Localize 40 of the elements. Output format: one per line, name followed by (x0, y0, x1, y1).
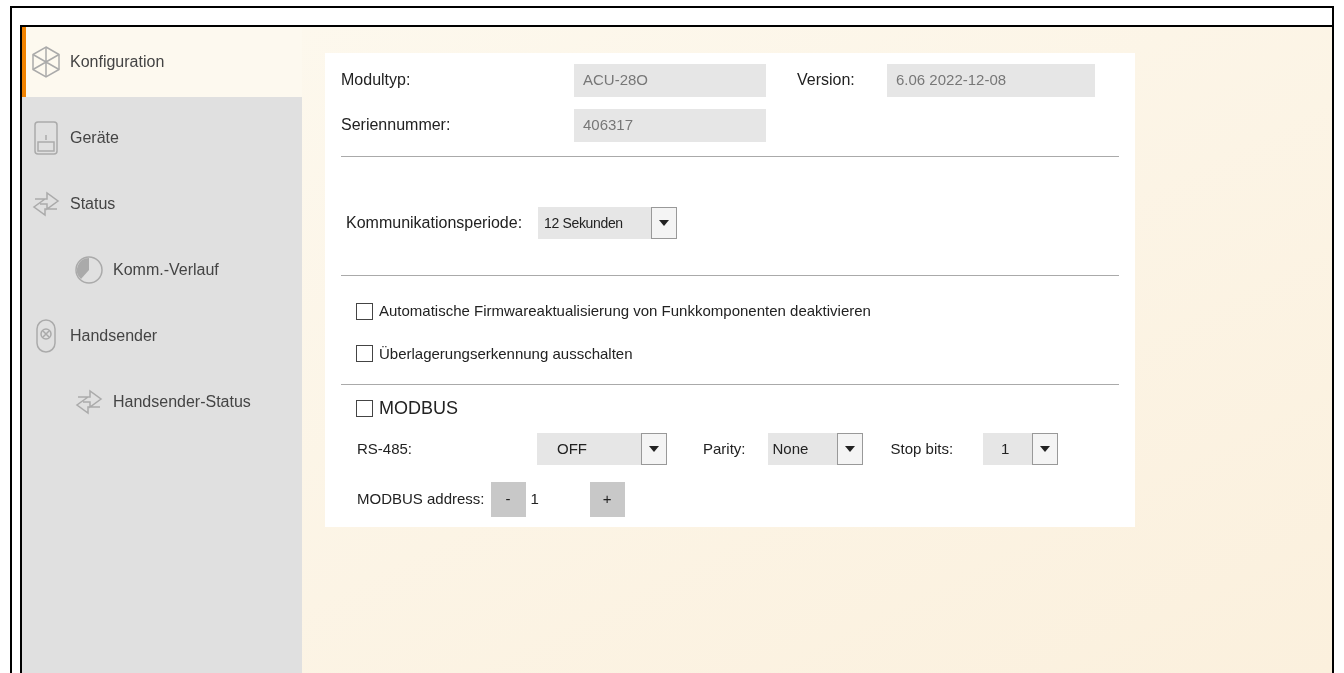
readonly-field[interactable]: ACU-28O (574, 63, 766, 97)
arrows-icon (74, 387, 104, 417)
checkbox[interactable] (356, 400, 373, 417)
caret-icon (659, 220, 670, 226)
checkbox[interactable] (356, 345, 373, 363)
field-label: Version: (797, 70, 856, 90)
clock-icon (73, 254, 105, 286)
minus-button[interactable]: - (490, 482, 526, 517)
sidebar-item[interactable]: Konfiguration (22, 27, 302, 97)
checkbox-label[interactable]: MODBUS (379, 395, 458, 422)
caret-icon (1040, 446, 1051, 452)
sidebar-item[interactable]: Status (22, 171, 302, 237)
sidebar-item[interactable]: Handsender-Status (22, 369, 302, 435)
sidebar-item[interactable]: Handsender (22, 303, 302, 369)
snowflake-icon (29, 45, 63, 79)
readonly-field[interactable]: 6.06 2022-12-08 (887, 63, 1095, 97)
field-label: Stop bits: (890, 438, 954, 459)
readonly-field[interactable]: 406317 (574, 108, 766, 142)
caret-icon (844, 446, 855, 452)
dropdown[interactable]: None (767, 433, 863, 465)
dropdown[interactable]: 12 Sekunden (538, 207, 678, 239)
sidebar-item[interactable]: Geräte (22, 105, 302, 171)
field-label: Seriennummer: (341, 115, 452, 135)
sidebar-item[interactable]: Komm.-Verlauf (22, 237, 302, 303)
device-icon (33, 120, 59, 156)
dropdown[interactable]: 1 (983, 433, 1059, 465)
address-value: 1 (529, 489, 540, 510)
field-label: RS-485: (357, 438, 414, 459)
checkbox-label[interactable]: Überlagerungserkennung ausschalten (379, 342, 633, 365)
field-label: MODBUS address: (357, 489, 485, 510)
plus-button[interactable]: + (589, 482, 625, 517)
dropdown[interactable]: OFF (537, 433, 667, 465)
remote-icon (35, 318, 57, 354)
checkbox-label[interactable]: Automatische Firmwareaktualisierung von Funkkomponenten deaktivieren (379, 300, 871, 323)
field-label: Parity: (703, 438, 746, 459)
arrows-icon (31, 189, 61, 219)
caret-icon (649, 446, 659, 452)
checkbox[interactable] (356, 302, 373, 320)
field-label: Kommunikationsperiode: (346, 213, 523, 233)
field-label: Modultyp: (341, 70, 412, 90)
